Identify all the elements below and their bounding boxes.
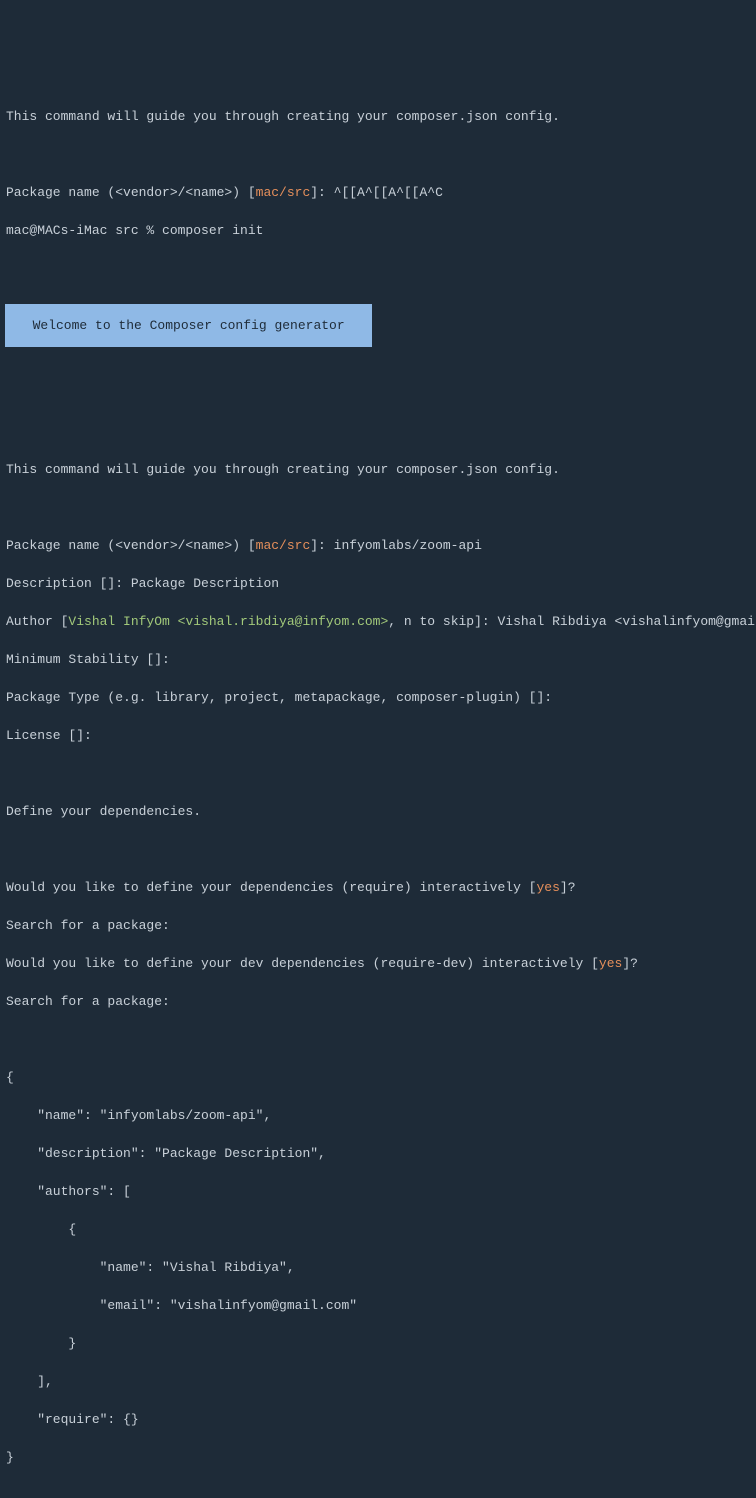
search-package-line-2: Search for a package: <box>6 992 750 1011</box>
require-prompt: Would you like to define your dependenci… <box>6 878 750 897</box>
json-preview-line: { <box>6 1220 750 1239</box>
description-prompt: Description []: Package Description <box>6 574 750 593</box>
blank-line <box>6 764 750 783</box>
shell-prompt[interactable]: mac@MACs-iMac src % composer init <box>6 221 750 240</box>
blank-line <box>6 498 750 517</box>
author-prompt: Author [Vishal InfyOm <vishal.ribdiya@in… <box>6 612 750 631</box>
pkg-default: mac/src <box>256 538 311 553</box>
json-preview-line: "description": "Package Description", <box>6 1144 750 1163</box>
yes-default: yes <box>537 880 560 895</box>
blank-line <box>6 840 750 859</box>
require-dev-prompt: Would you like to define your dev depend… <box>6 954 750 973</box>
intro-line-2: This command will guide you through crea… <box>6 460 750 479</box>
banner-wrap: Welcome to the Composer config generator <box>6 297 750 365</box>
package-type-prompt: Package Type (e.g. library, project, met… <box>6 688 750 707</box>
json-preview-line: { <box>6 1068 750 1087</box>
json-preview-line: "authors": [ <box>6 1182 750 1201</box>
search-package-line: Search for a package: <box>6 916 750 935</box>
json-preview-line: "name": "infyomlabs/zoom-api", <box>6 1106 750 1125</box>
blank-line <box>6 259 750 278</box>
terminal-output: This command will guide you through crea… <box>6 88 750 1498</box>
author-default: Vishal InfyOm <vishal.ribdiya@infyom.com… <box>68 614 388 629</box>
yes-default: yes <box>599 956 622 971</box>
blank-line <box>6 1486 750 1498</box>
license-prompt: License []: <box>6 726 750 745</box>
pkg-default: mac/src <box>256 185 311 200</box>
package-name-prompt-2: Package name (<vendor>/<name>) [mac/src]… <box>6 536 750 555</box>
json-preview-line: "name": "Vishal Ribdiya", <box>6 1258 750 1277</box>
json-preview-line: ], <box>6 1372 750 1391</box>
json-preview-line: "email": "vishalinfyom@gmail.com" <box>6 1296 750 1315</box>
blank-line <box>6 1030 750 1049</box>
blank-line <box>6 145 750 164</box>
json-preview-line: "require": {} <box>6 1410 750 1429</box>
blank-line <box>6 422 750 441</box>
composer-banner: Welcome to the Composer config generator <box>5 304 372 347</box>
blank-line <box>6 384 750 403</box>
package-name-prompt-1: Package name (<vendor>/<name>) [mac/src]… <box>6 183 750 202</box>
min-stability-prompt: Minimum Stability []: <box>6 650 750 669</box>
define-deps-line: Define your dependencies. <box>6 802 750 821</box>
json-preview-line: } <box>6 1448 750 1467</box>
intro-line: This command will guide you through crea… <box>6 107 750 126</box>
json-preview-line: } <box>6 1334 750 1353</box>
